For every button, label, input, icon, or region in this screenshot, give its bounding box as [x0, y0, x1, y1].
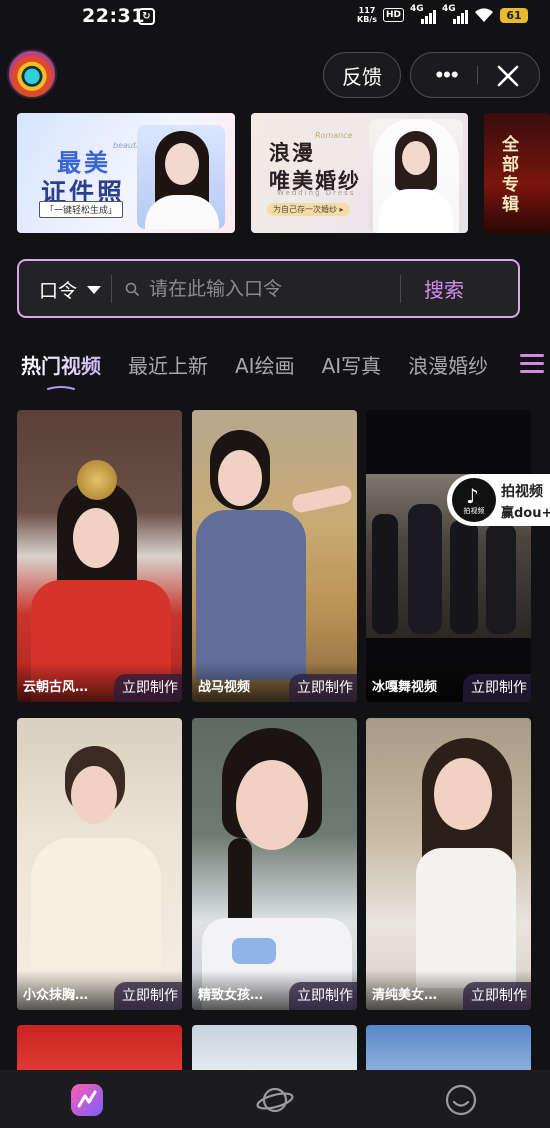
search-input[interactable]	[149, 271, 399, 307]
card-thumbnail	[17, 1025, 182, 1075]
feedback-button[interactable]: 反馈	[323, 52, 401, 98]
card-title: 战马视频	[198, 680, 251, 695]
net-speed: 117 KB/s	[357, 6, 377, 24]
more-button[interactable]: •••	[427, 53, 467, 96]
template-card[interactable]: 精致女孩… 立即制作	[192, 718, 357, 1010]
nav-discover[interactable]	[255, 1080, 295, 1120]
banner-subtitle: 为自己存一次婚纱 ▸	[267, 203, 350, 216]
make-now-button[interactable]: 立即制作	[114, 982, 182, 1010]
banner-subtitle: 「一键轻松生成」	[39, 201, 124, 218]
card-thumbnail	[366, 1025, 531, 1075]
banner-all-albums[interactable]: 全部专辑	[484, 113, 550, 233]
card-thumbnail	[192, 1025, 357, 1075]
card-title: 冰嘎舞视频	[372, 680, 438, 695]
app-home-icon	[71, 1084, 103, 1116]
signal-icon-sim1: 4G	[410, 4, 436, 24]
smiley-face-icon	[445, 1084, 477, 1116]
close-icon	[497, 65, 519, 87]
category-tabs: 热门视频 最近上新 AI绘画 AI写真 浪漫婚纱	[21, 350, 515, 379]
make-now-button[interactable]: 立即制作	[114, 674, 182, 702]
search-button[interactable]: 搜索	[424, 274, 464, 303]
promo-line2: 赢dou+	[501, 506, 550, 521]
template-card[interactable]	[17, 1025, 182, 1075]
card-thumbnail	[192, 718, 357, 1010]
status-bar: 22:31 ↻ 117 KB/s HD 4G 4G 61	[0, 0, 550, 36]
template-card[interactable]: 小众抹胸… 立即制作	[17, 718, 182, 1010]
card-thumbnail	[192, 410, 357, 702]
app-logo[interactable]	[7, 49, 57, 99]
hd-badge: HD	[382, 8, 404, 22]
banner-title: 全部专辑	[502, 135, 519, 215]
status-time: 22:31	[82, 5, 145, 27]
make-now-button[interactable]: 立即制作	[289, 674, 357, 702]
banner-english-2: Wedding Dress	[277, 189, 356, 197]
tab-ai-portrait[interactable]: AI写真	[322, 350, 382, 379]
nav-home[interactable]	[67, 1080, 107, 1120]
shoot-video-promo[interactable]: ♪ 拍视频 拍视频 赢dou+	[447, 474, 550, 526]
status-right-group: 117 KB/s HD 4G 4G 61	[357, 4, 528, 24]
active-tab-indicator	[47, 386, 75, 390]
card-thumbnail	[17, 410, 182, 702]
tab-latest[interactable]: 最近上新	[128, 350, 208, 379]
nav-profile[interactable]	[441, 1080, 481, 1120]
card-title: 精致女孩…	[198, 988, 264, 1003]
search-mode-dropdown[interactable]: 口令	[39, 276, 102, 303]
banner-id-photo[interactable]: 最美 beautiful photo 证件照 「一键轻松生成」	[17, 113, 235, 233]
bottom-navigation	[0, 1070, 550, 1128]
template-card[interactable]: 战马视频 立即制作	[192, 410, 357, 702]
tiktok-icon: ♪ 拍视频	[452, 478, 496, 522]
mini-program-capsule: •••	[410, 52, 540, 98]
tab-ai-painting[interactable]: AI绘画	[235, 350, 295, 379]
command-search-bar: 口令 搜索	[17, 259, 520, 318]
banner-bride-image	[369, 119, 463, 233]
template-card[interactable]: 清纯美女… 立即制作	[366, 718, 531, 1010]
template-card[interactable]	[366, 1025, 531, 1075]
template-card[interactable]: 云朝古风… 立即制作	[17, 410, 182, 702]
search-divider	[111, 275, 112, 303]
banner-title-line1: 浪漫	[269, 141, 315, 165]
card-thumbnail	[366, 718, 531, 1010]
card-title: 云朝古风…	[23, 680, 89, 695]
make-now-button[interactable]: 立即制作	[289, 982, 357, 1010]
planet-icon	[256, 1087, 294, 1113]
search-icon	[125, 282, 139, 296]
make-now-button[interactable]: 立即制作	[463, 674, 531, 702]
card-thumbnail	[17, 718, 182, 1010]
signal-icon-sim2: 4G	[442, 4, 468, 24]
make-now-button[interactable]: 立即制作	[463, 982, 531, 1010]
hamburger-menu-icon[interactable]	[520, 354, 544, 374]
sync-icon: ↻	[138, 8, 155, 25]
caret-down-icon	[87, 285, 102, 294]
banner-english: Romance	[315, 131, 353, 140]
banner-portrait-image	[137, 125, 225, 229]
capsule-divider	[477, 66, 478, 84]
wifi-icon	[475, 8, 493, 22]
card-thumbnail	[366, 410, 531, 702]
card-title: 清纯美女…	[372, 988, 438, 1003]
banner-wedding[interactable]: Romance 浪漫 唯美婚纱 Wedding Dress 为自己存一次婚纱 ▸	[251, 113, 468, 233]
template-card[interactable]: 冰嘎舞视频 立即制作	[366, 410, 531, 702]
close-button[interactable]	[491, 59, 525, 93]
tab-hot-videos[interactable]: 热门视频	[21, 350, 101, 379]
battery-icon: 61	[500, 7, 528, 23]
search-divider	[400, 275, 401, 303]
tab-wedding[interactable]: 浪漫婚纱	[408, 350, 488, 379]
promo-line1: 拍视频	[501, 484, 543, 500]
card-title: 小众抹胸…	[23, 988, 89, 1003]
template-card[interactable]	[192, 1025, 357, 1075]
